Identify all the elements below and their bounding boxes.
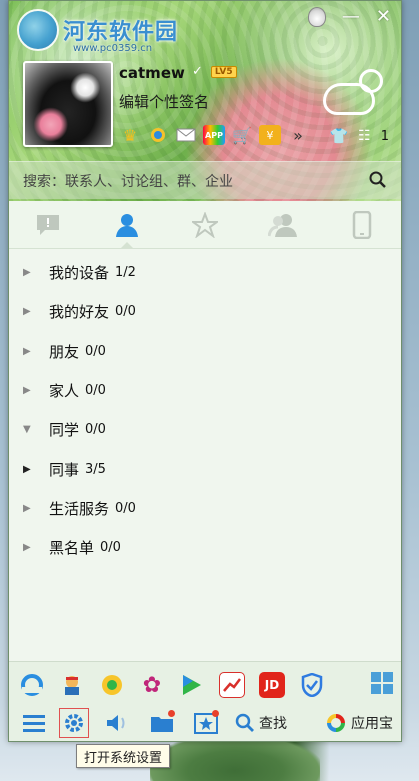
list-item[interactable]: ▶ 生活服务 0/0 bbox=[9, 489, 401, 528]
tab-groups[interactable] bbox=[253, 205, 313, 245]
notification-dot bbox=[212, 710, 219, 717]
cart-icon[interactable]: 🛒 bbox=[231, 125, 253, 145]
person-icon bbox=[115, 213, 138, 237]
header-right-icons: 👕 ☷ 1 bbox=[329, 127, 389, 145]
app-store-button[interactable]: 应用宝 bbox=[325, 712, 393, 734]
jd-icon[interactable]: JD bbox=[259, 672, 285, 698]
profile-header: 河东软件园 www.pc0359.cn — ✕ catmew ✓ LV5 编辑个… bbox=[9, 1, 401, 201]
collapsed-arrow-icon: ▶ bbox=[23, 502, 31, 514]
settings-tooltip: 打开系统设置 bbox=[76, 744, 171, 768]
shield-icon[interactable] bbox=[299, 672, 325, 698]
qq-browser-icon[interactable] bbox=[19, 672, 45, 698]
list-item[interactable]: ▶ 朋友 0/0 bbox=[9, 332, 401, 371]
search-input[interactable]: 搜索：联系人、讨论组、群、企业 bbox=[23, 171, 233, 191]
expanded-arrow-icon: ▼ bbox=[23, 424, 31, 436]
bottom-panel: ✿ JD 查找 应用宝 bbox=[9, 661, 401, 741]
gear-icon bbox=[65, 714, 83, 732]
settings-button[interactable] bbox=[59, 708, 89, 738]
weather-icon[interactable] bbox=[321, 67, 383, 119]
speaker-icon bbox=[107, 715, 125, 731]
search-icon[interactable] bbox=[369, 171, 387, 189]
level-badge[interactable]: LV5 bbox=[210, 65, 237, 78]
list-item[interactable]: ▶ 黑名单 0/0 bbox=[9, 528, 401, 567]
game-avatar-icon[interactable] bbox=[59, 672, 85, 698]
wallet-icon[interactable]: ¥ bbox=[259, 125, 281, 145]
online-status-icon[interactable]: ✓ bbox=[192, 64, 203, 79]
find-button[interactable]: 查找 bbox=[235, 708, 287, 738]
list-item[interactable]: ▶ 我的设备 1/2 bbox=[9, 253, 401, 292]
collapsed-arrow-icon: ▶ bbox=[23, 385, 31, 397]
list-item[interactable]: ▶ 家人 0/0 bbox=[9, 371, 401, 410]
search-bar[interactable]: 搜索：联系人、讨论组、群、企业 bbox=[9, 161, 401, 199]
shirt-icon[interactable]: 👕 bbox=[329, 127, 348, 145]
app-grid-icon[interactable] bbox=[371, 672, 393, 694]
msg-box-icon[interactable]: ☷ bbox=[358, 128, 371, 144]
search-icon bbox=[235, 713, 254, 732]
list-item[interactable]: ▶ 同事 3/5 bbox=[9, 449, 401, 488]
crown-icon[interactable]: ♛ bbox=[119, 125, 141, 145]
skin-icon[interactable] bbox=[307, 7, 326, 27]
chat-icon bbox=[37, 214, 60, 235]
minimize-button[interactable]: — bbox=[342, 8, 360, 26]
stock-chart-icon[interactable] bbox=[219, 672, 245, 698]
profile-app-icons: ♛ APP 🛒 ¥ » bbox=[119, 125, 309, 145]
list-item[interactable]: ▶ 我的好友 0/0 bbox=[9, 292, 401, 331]
list-item[interactable]: ▼ 同学 0/0 bbox=[9, 410, 401, 449]
find-label: 查找 bbox=[259, 716, 287, 732]
flower-icon[interactable]: ✿ bbox=[139, 672, 165, 698]
more-icon[interactable]: » bbox=[287, 125, 309, 145]
tab-favorites[interactable] bbox=[175, 205, 235, 245]
menu-icon bbox=[23, 715, 45, 732]
qq-main-window: 河东软件园 www.pc0359.cn — ✕ catmew ✓ LV5 编辑个… bbox=[8, 0, 402, 742]
tab-devices[interactable] bbox=[332, 205, 392, 245]
music-icon[interactable] bbox=[99, 672, 125, 698]
collapsed-arrow-icon: ▶ bbox=[23, 463, 31, 475]
collapsed-arrow-icon: ▶ bbox=[23, 345, 31, 357]
nickname[interactable]: catmew bbox=[119, 64, 185, 82]
collapsed-arrow-icon: ▶ bbox=[23, 542, 31, 554]
signature[interactable]: 编辑个性签名 bbox=[119, 91, 209, 112]
notification-counter: 1 bbox=[380, 128, 389, 144]
collapsed-arrow-icon: ▶ bbox=[23, 267, 31, 279]
favorites-button[interactable] bbox=[191, 708, 221, 738]
app-store-icon bbox=[327, 714, 345, 732]
sound-button[interactable] bbox=[103, 708, 133, 738]
avatar[interactable] bbox=[23, 61, 113, 147]
app-icon[interactable]: APP bbox=[203, 125, 225, 145]
collapsed-arrow-icon: ▶ bbox=[23, 306, 31, 318]
group-icon bbox=[268, 213, 298, 237]
window-controls: — ✕ bbox=[307, 7, 391, 27]
watermark-logo bbox=[17, 9, 59, 51]
notification-dot bbox=[168, 710, 175, 717]
status-badges: ✓ LV5 bbox=[192, 64, 237, 79]
tab-messages[interactable] bbox=[18, 205, 78, 245]
star-icon bbox=[191, 211, 218, 238]
main-menu-button[interactable] bbox=[19, 708, 49, 738]
qzone-icon[interactable] bbox=[147, 125, 169, 145]
tab-contacts[interactable] bbox=[97, 205, 157, 249]
close-button[interactable]: ✕ bbox=[376, 8, 391, 26]
site-watermark: 河东软件园 www.pc0359.cn bbox=[17, 9, 178, 54]
video-play-icon[interactable] bbox=[179, 672, 205, 698]
app-launcher-row: ✿ JD bbox=[19, 670, 393, 700]
mail-icon[interactable] bbox=[175, 125, 197, 145]
phone-icon bbox=[352, 210, 371, 239]
file-manager-button[interactable] bbox=[147, 708, 177, 738]
main-tabs bbox=[9, 201, 401, 249]
main-toolbar: 查找 应用宝 bbox=[19, 706, 393, 740]
contact-groups-list: ▶ 我的设备 1/2 ▶ 我的好友 0/0 ▶ 朋友 0/0 ▶ 家人 0/0 … bbox=[9, 253, 401, 567]
